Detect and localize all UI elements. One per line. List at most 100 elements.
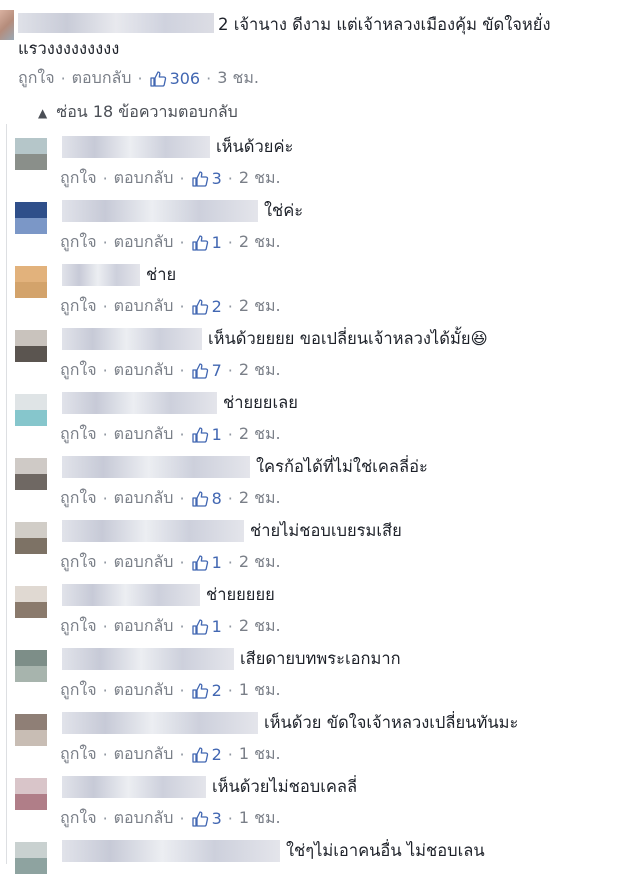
timestamp[interactable]: 1 ชม. [239,806,281,831]
timestamp[interactable]: 2 ชม. [239,486,281,511]
avatar[interactable] [15,586,47,618]
like-count[interactable]: 306 [170,69,201,88]
commenter-name-blurred[interactable] [18,13,214,33]
reply-item: ใครก้อได้ที่ไม่ใช่เคลลี่อ่ะ ถูกใจ · ตอบก… [0,448,630,512]
like-link[interactable]: ถูกใจ [60,166,97,191]
avatar[interactable] [15,138,47,170]
thumbs-up-icon[interactable] [191,810,209,828]
separator-dot: · [102,425,108,444]
reply-link[interactable]: ตอบกลับ [114,294,174,319]
commenter-name-blurred[interactable] [62,264,140,286]
timestamp[interactable]: 2 ชม. [239,166,281,191]
commenter-name-blurred[interactable] [62,712,258,734]
reply-link[interactable]: ตอบกลับ [114,614,174,639]
commenter-name-blurred[interactable] [62,520,244,542]
reply-link[interactable]: ตอบกลับ [114,806,174,831]
avatar[interactable] [15,458,47,490]
reply-link[interactable]: ตอบกลับ [114,230,174,255]
reply-item: ช่ายยยยย ถูกใจ · ตอบกลับ · 1 · 2 ชม. [0,576,630,640]
reply-text: เห็นด้วยไม่ชอบเคลลี่ [212,777,358,796]
like-count[interactable]: 1 [212,617,222,636]
thumbs-up-icon[interactable] [191,554,209,572]
reply-link[interactable]: ตอบกลับ [114,422,174,447]
like-link[interactable]: ถูกใจ [60,550,97,575]
like-link[interactable]: ถูกใจ [60,422,97,447]
reply-link[interactable]: ตอบกลับ [72,66,132,91]
avatar[interactable] [15,778,47,810]
like-count[interactable]: 8 [212,489,222,508]
commenter-name-blurred[interactable] [62,648,234,670]
commenter-name-blurred[interactable] [62,328,202,350]
separator-dot: · [179,489,185,508]
reply-item: เห็นด้วยไม่ชอบเคลลี่ ถูกใจ · ตอบกลับ · 3… [0,768,630,832]
reply-link[interactable]: ตอบกลับ [114,678,174,703]
avatar[interactable] [15,394,47,426]
like-link[interactable]: ถูกใจ [60,806,97,831]
like-count[interactable]: 7 [212,361,222,380]
reply-link[interactable]: ตอบกลับ [114,486,174,511]
avatar[interactable] [15,842,47,874]
timestamp[interactable]: 2 ชม. [239,422,281,447]
like-link[interactable]: ถูกใจ [60,614,97,639]
separator-dot: · [179,681,185,700]
like-link[interactable]: ถูกใจ [60,358,97,383]
like-count[interactable]: 1 [212,425,222,444]
thumbs-up-icon[interactable] [149,70,167,88]
thumbs-up-icon[interactable] [191,362,209,380]
separator-dot: · [102,489,108,508]
avatar[interactable] [15,266,47,298]
like-count[interactable]: 2 [212,681,222,700]
thumbs-up-icon[interactable] [191,490,209,508]
hide-replies-link[interactable]: ▲ ซ่อน 18 ข้อความตอบกลับ [38,100,238,125]
timestamp[interactable]: 2 ชม. [239,230,281,255]
timestamp[interactable]: 2 ชม. [239,294,281,319]
avatar[interactable] [0,10,14,40]
reply-link[interactable]: ตอบกลับ [114,358,174,383]
like-link[interactable]: ถูกใจ [60,678,97,703]
thumbs-up-icon[interactable] [191,746,209,764]
reply-link[interactable]: ตอบกลับ [114,550,174,575]
commenter-name-blurred[interactable] [62,200,258,222]
thumbs-up-icon[interactable] [191,426,209,444]
commenter-name-blurred[interactable] [62,776,206,798]
like-count[interactable]: 3 [212,809,222,828]
like-link[interactable]: ถูกใจ [60,294,97,319]
like-link[interactable]: ถูกใจ [60,486,97,511]
thumbs-up-icon[interactable] [191,170,209,188]
like-count[interactable]: 1 [212,233,222,252]
reply-item: ใช่ๆไม่เอาคนอื่น ไม่ชอบเลน [0,832,630,896]
avatar[interactable] [15,650,47,682]
separator-dot: · [179,233,185,252]
commenter-name-blurred[interactable] [62,392,217,414]
timestamp[interactable]: 1 ชม. [239,678,281,703]
timestamp[interactable]: 2 ชม. [239,614,281,639]
like-link[interactable]: ถูกใจ [18,66,55,91]
like-link[interactable]: ถูกใจ [60,742,97,767]
commenter-name-blurred[interactable] [62,456,250,478]
timestamp[interactable]: 2 ชม. [239,550,281,575]
separator-dot: · [227,809,233,828]
like-count[interactable]: 3 [212,169,222,188]
thumbs-up-icon[interactable] [191,682,209,700]
separator-dot: · [179,745,185,764]
like-count[interactable]: 2 [212,297,222,316]
avatar[interactable] [15,202,47,234]
commenter-name-blurred[interactable] [62,136,210,158]
reply-link[interactable]: ตอบกลับ [114,742,174,767]
thumbs-up-icon[interactable] [191,234,209,252]
thumbs-up-icon[interactable] [191,618,209,636]
like-count[interactable]: 2 [212,745,222,764]
reply-link[interactable]: ตอบกลับ [114,166,174,191]
timestamp[interactable]: 2 ชม. [239,358,281,383]
timestamp[interactable]: 1 ชม. [239,742,281,767]
avatar[interactable] [15,714,47,746]
like-link[interactable]: ถูกใจ [60,230,97,255]
avatar[interactable] [15,522,47,554]
separator-dot: · [102,361,108,380]
timestamp[interactable]: 3 ชม. [217,66,259,91]
commenter-name-blurred[interactable] [62,840,280,862]
commenter-name-blurred[interactable] [62,584,200,606]
avatar[interactable] [15,330,47,362]
thumbs-up-icon[interactable] [191,298,209,316]
like-count[interactable]: 1 [212,553,222,572]
